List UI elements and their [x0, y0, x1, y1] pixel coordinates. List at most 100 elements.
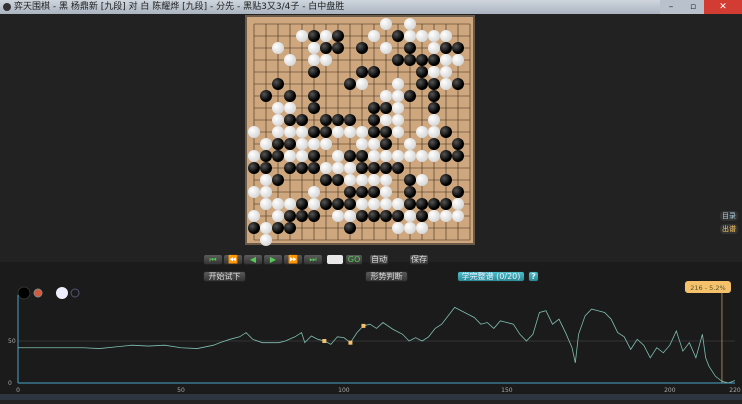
last-move-button[interactable]: ⏭ [303, 254, 323, 265]
white-stone [368, 30, 380, 42]
black-stone [308, 102, 320, 114]
white-stone [272, 102, 284, 114]
black-stone [380, 126, 392, 138]
black-stone [308, 150, 320, 162]
black-stone [392, 210, 404, 222]
white-stone [416, 126, 428, 138]
black-stone [356, 186, 368, 198]
white-stone [392, 90, 404, 102]
key-move-marker[interactable] [348, 340, 353, 345]
white-stone [368, 150, 380, 162]
white-stone [320, 138, 332, 150]
black-stone [404, 90, 416, 102]
white-stone [404, 30, 416, 42]
black-stone [404, 54, 416, 66]
black-stone [428, 78, 440, 90]
white-stone [428, 210, 440, 222]
prev-move-button[interactable]: ◀ [243, 254, 263, 265]
x-tick-label: 200 [664, 387, 676, 394]
black-stone [296, 162, 308, 174]
black-stone [320, 174, 332, 186]
side-button-1[interactable]: 目录 [720, 211, 738, 221]
go-button[interactable]: GO [345, 254, 363, 265]
white-stone [332, 150, 344, 162]
back-ten-button[interactable]: ⏪ [223, 254, 243, 265]
black-stone [308, 30, 320, 42]
black-stone [356, 150, 368, 162]
title-bar: 弈天围棋 - 黑 杨鼎新 [九段] 对 白 陈耀烨 [九段] - 分先 - 黑贴… [0, 0, 742, 14]
minimize-button[interactable]: – [660, 0, 682, 14]
forward-ten-button[interactable]: ⏩ [283, 254, 303, 265]
black-stone [380, 162, 392, 174]
black-stone [368, 114, 380, 126]
black-stone [308, 162, 320, 174]
black-stone [416, 198, 428, 210]
white-stone [344, 126, 356, 138]
black-stone [356, 210, 368, 222]
black-stone [380, 210, 392, 222]
black-stone [404, 174, 416, 186]
black-stone [272, 222, 284, 234]
black-stone [332, 42, 344, 54]
key-move-marker[interactable] [322, 339, 327, 343]
black-stone [284, 114, 296, 126]
close-button[interactable]: ✕ [704, 0, 742, 14]
white-stone [392, 78, 404, 90]
go-board[interactable] [245, 15, 475, 246]
learn-record-button[interactable]: 学完整谱 (0/20) [457, 271, 525, 282]
black-stone [416, 66, 428, 78]
white-stone [368, 138, 380, 150]
black-stone [284, 210, 296, 222]
black-stone [332, 114, 344, 126]
black-stone [308, 90, 320, 102]
auto-play-button[interactable]: 自动 [369, 254, 389, 265]
white-stone [428, 126, 440, 138]
white-stone [332, 162, 344, 174]
judge-position-button[interactable]: 形势判断 [365, 271, 408, 282]
next-move-button[interactable]: ▶ [263, 254, 283, 265]
winrate-chart[interactable]: 0 50 100 150 200 220 0 50 216 - 5.2% [0, 262, 742, 400]
start-trial-button[interactable]: 开始试下 [203, 271, 246, 282]
white-stone [356, 174, 368, 186]
side-button-2[interactable]: 出谱 [720, 224, 738, 234]
white-stone [320, 30, 332, 42]
y-tick-label: 0 [8, 380, 12, 387]
black-stone [260, 162, 272, 174]
black-stone [284, 90, 296, 102]
black-stone [272, 78, 284, 90]
save-button[interactable]: 保存 [409, 254, 429, 265]
white-stone [392, 114, 404, 126]
help-button[interactable]: ? [528, 271, 539, 282]
black-stone [368, 66, 380, 78]
white-stone [332, 126, 344, 138]
white-stone [260, 174, 272, 186]
black-stone [416, 210, 428, 222]
maximize-button[interactable]: ▫ [682, 0, 704, 14]
white-stone [440, 54, 452, 66]
white-player-icon [56, 287, 68, 299]
black-stone [248, 222, 260, 234]
white-stone [260, 222, 272, 234]
white-stone [284, 102, 296, 114]
white-stone [404, 210, 416, 222]
key-move-marker[interactable] [361, 323, 366, 328]
white-stone [380, 18, 392, 30]
white-line-toggle[interactable] [70, 288, 80, 298]
black-line-toggle[interactable] [33, 288, 43, 298]
black-stone [308, 126, 320, 138]
white-stone [260, 138, 272, 150]
white-stone [272, 114, 284, 126]
black-stone [452, 186, 464, 198]
white-stone [308, 186, 320, 198]
white-stone [428, 66, 440, 78]
white-stone [308, 42, 320, 54]
black-stone [260, 90, 272, 102]
move-number-input[interactable] [326, 254, 344, 265]
white-stone [272, 210, 284, 222]
black-stone [404, 42, 416, 54]
black-stone [368, 186, 380, 198]
first-move-button[interactable]: ⏮ [203, 254, 223, 265]
y-tick-label: 50 [8, 338, 16, 345]
white-stone [272, 42, 284, 54]
black-stone [332, 198, 344, 210]
